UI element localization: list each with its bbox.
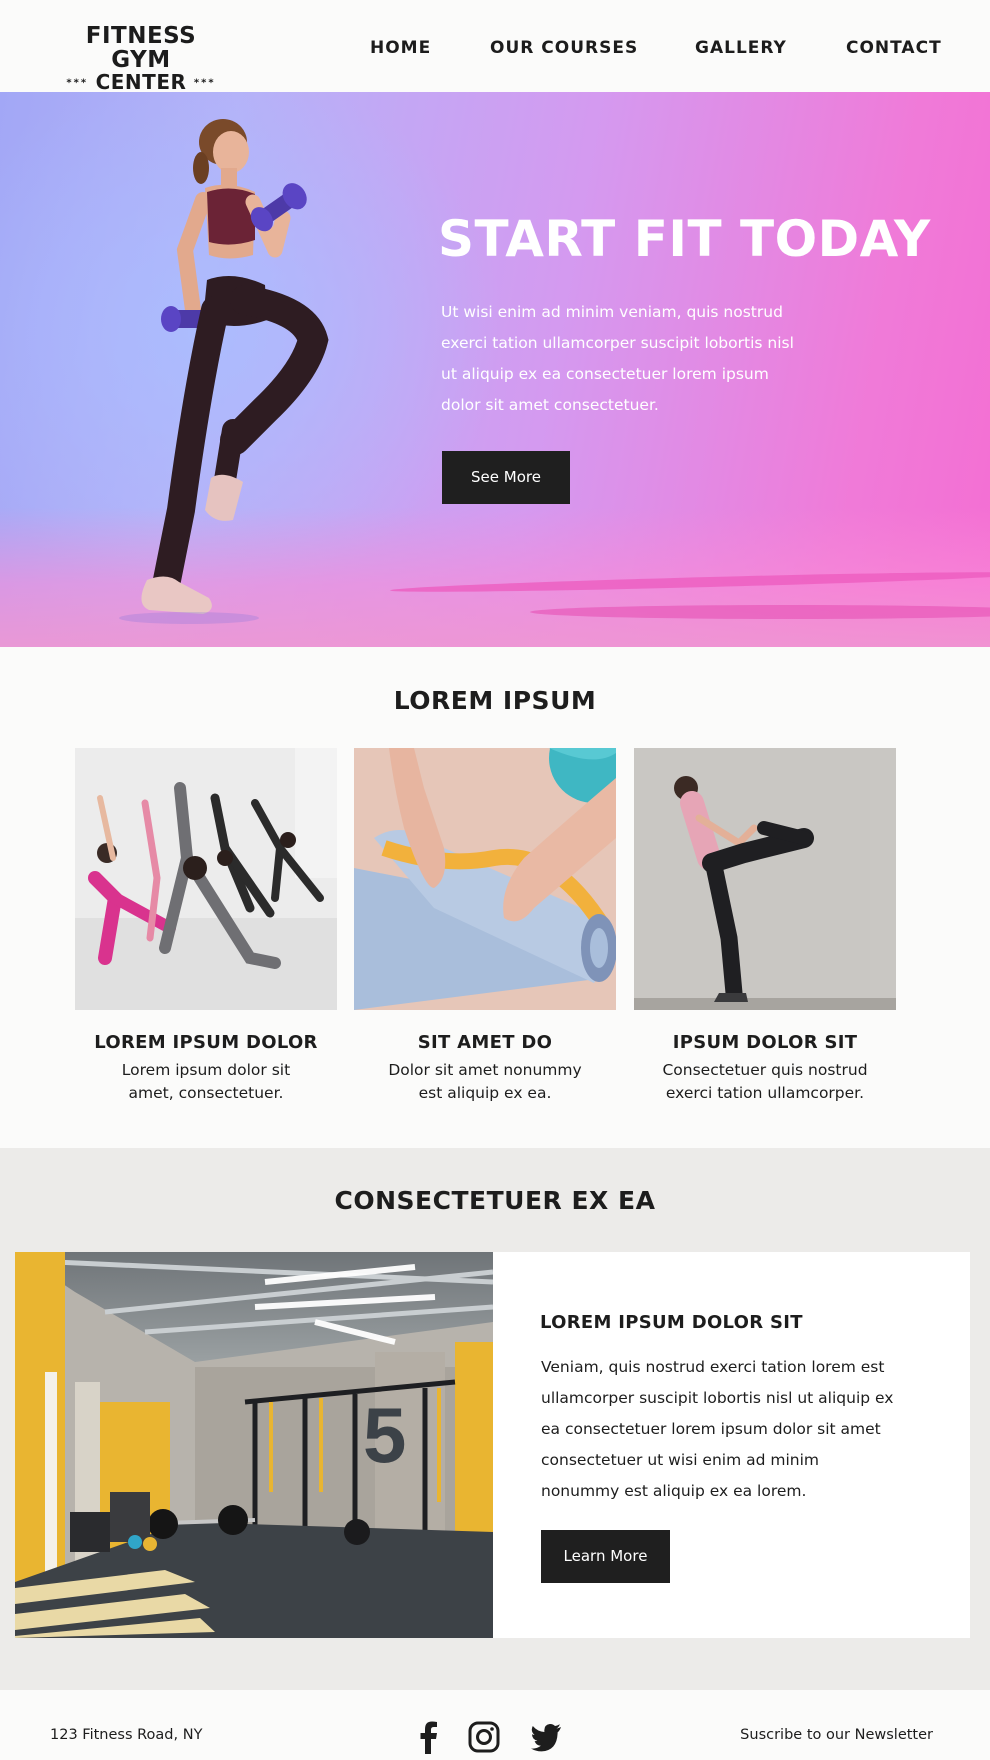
facebook-icon[interactable] (412, 1720, 446, 1754)
feature-card: LOREM IPSUM DOLOR Lorem ipsum dolor sit … (75, 748, 337, 1105)
promo-title: CONSECTETUER EX EA (334, 1186, 656, 1215)
nav-contact[interactable]: CONTACT (846, 38, 942, 58)
logo-stars-right: *** (193, 77, 216, 89)
promo-card: LOREM IPSUM DOLOR SIT Veniam, quis nostr… (493, 1252, 970, 1638)
hero-athlete-image (119, 119, 329, 624)
footer-address: 123 Fitness Road, NY (50, 1727, 203, 1743)
logo-stars-left: *** (66, 77, 89, 89)
see-more-button[interactable]: See More (442, 451, 570, 504)
feature-card-title: LOREM IPSUM DOLOR (94, 1032, 318, 1053)
hero-description: Ut wisi enim ad minim veniam, quis nostr… (441, 303, 794, 414)
feature-card-title: SIT AMET DO (417, 1032, 553, 1053)
promo-text: Veniam, quis nostrud exerci tation lorem… (541, 1358, 894, 1500)
hero-banner: START FIT TODAY Ut wisi enim ad minim ve… (0, 92, 990, 647)
stretching-image[interactable] (634, 748, 896, 1010)
feature-card: IPSUM DOLOR SIT Consectetuer quis nostru… (634, 748, 896, 1105)
feature-card-title: IPSUM DOLOR SIT (672, 1032, 858, 1053)
features-title: LOREM IPSUM (393, 686, 597, 715)
learn-more-button[interactable]: Learn More (541, 1530, 670, 1583)
feature-card-text: Consectetuer quis nostrud exerci tation … (662, 1061, 868, 1102)
feature-card-text: Lorem ipsum dolor sit amet, consectetuer… (121, 1061, 291, 1102)
site-header: FITNESS GYM *** CENTER *** HOME OUR COUR… (0, 0, 990, 92)
gym-interior-image[interactable]: 5 (15, 1252, 493, 1638)
twitter-icon[interactable] (529, 1720, 563, 1754)
nav-gallery[interactable]: GALLERY (695, 38, 787, 58)
instagram-icon[interactable] (467, 1720, 501, 1754)
site-footer: 123 Fitness Road, NY Suscribe to our New… (0, 1690, 990, 1760)
feature-card: SIT AMET DO Dolor sit amet nonummy est a… (354, 748, 616, 1105)
nav-our-courses[interactable]: OUR COURSES (490, 38, 638, 58)
promo-heading: LOREM IPSUM DOLOR SIT (540, 1312, 803, 1333)
hero-title: START FIT TODAY (438, 210, 931, 268)
feature-card-text: Dolor sit amet nonummy est aliquip ex ea… (388, 1061, 582, 1102)
logo-line-2: CENTER (95, 70, 187, 94)
yoga-mat-image[interactable] (354, 748, 616, 1010)
group-class-image[interactable] (75, 748, 337, 1010)
newsletter-link[interactable]: Suscribe to our Newsletter (740, 1727, 933, 1743)
nav-home[interactable]: HOME (370, 38, 431, 58)
gym-wall-number: 5 (363, 1391, 406, 1479)
main-nav: HOME OUR COURSES GALLERY CONTACT (0, 38, 990, 62)
